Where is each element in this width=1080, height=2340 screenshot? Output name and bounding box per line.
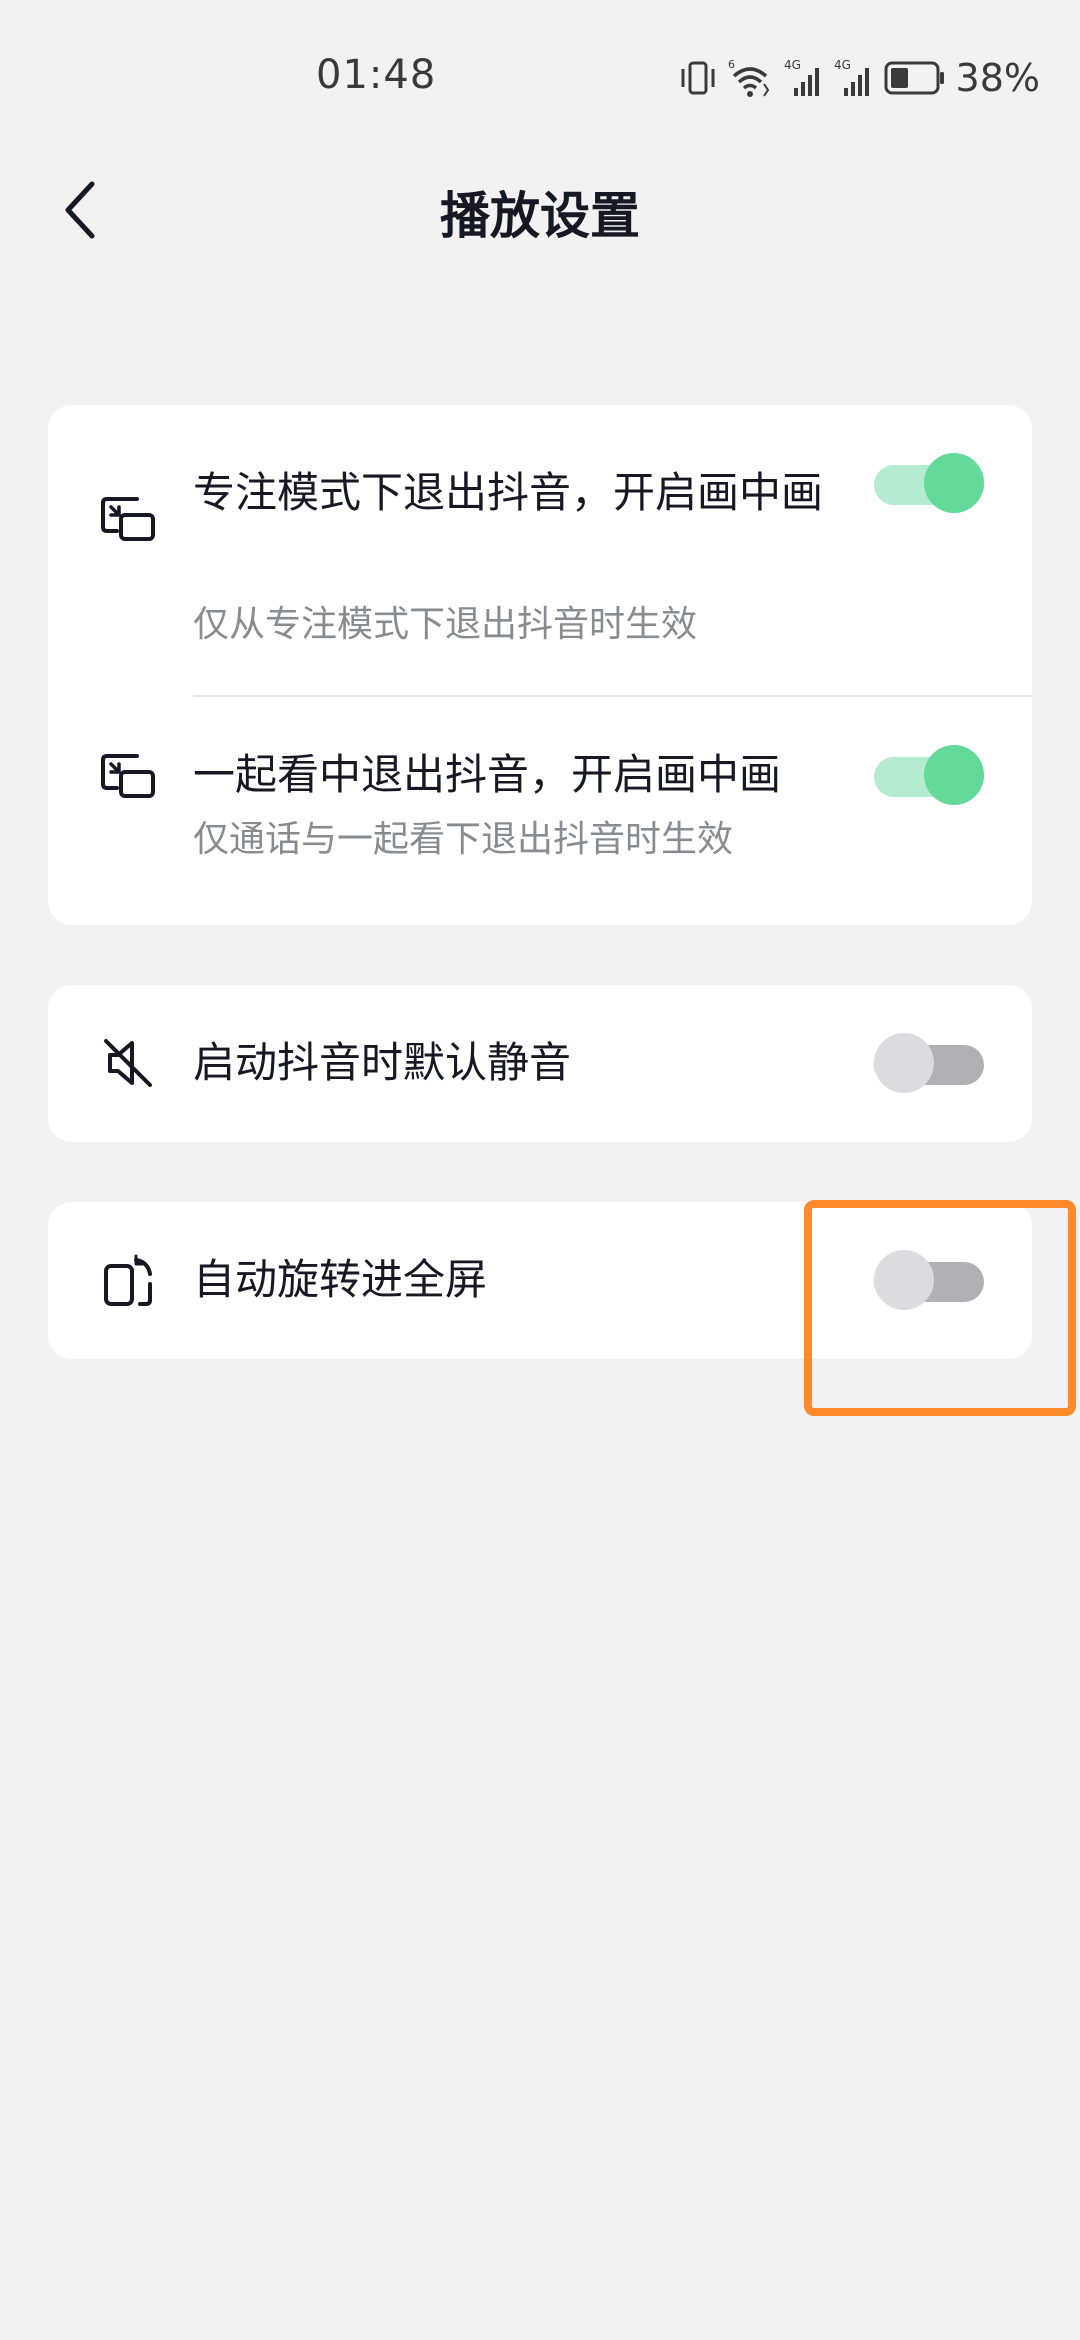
setting-title: 自动旋转进全屏 [193,1255,488,1304]
pip-focus-toggle[interactable] [874,453,984,513]
signal-4g-icon: 4G [784,58,819,96]
mute-settings-card: 启动抖音时默认静音 [48,985,1032,1142]
status-bar: 01:48 6 4G 4G 38% [0,0,1080,150]
setting-row-pip-focus: 专注模式下退出抖音，开启画中画 仅从专注模式下退出抖音时生效 [48,405,1032,695]
battery-icon [884,61,944,95]
signal-label: 4G [784,58,801,72]
setting-row-mute-on-launch: 启动抖音时默认静音 [48,985,1032,1142]
status-time: 01:48 [316,52,437,98]
setting-title: 一起看中退出抖音，开启画中画 [193,750,782,799]
battery-percent: 38% [955,56,1040,100]
rotate-settings-card: 自动旋转进全屏 [48,1202,1032,1359]
signal-label: 4G [834,58,851,72]
setting-title: 启动抖音时默认静音 [193,1038,572,1087]
pip-watch-together-toggle[interactable] [874,745,984,805]
toggle-knob [924,453,984,513]
setting-title: 专注模式下退出抖音，开启画中画 [193,468,824,517]
setting-subtitle: 仅从专注模式下退出抖音时生效 [193,604,698,645]
setting-subtitle: 仅通话与一起看下退出抖音时生效 [193,819,734,860]
auto-rotate-toggle[interactable] [874,1250,984,1310]
setting-row-auto-rotate: 自动旋转进全屏 [48,1202,1032,1359]
header: 播放设置 [0,150,1080,270]
pip-icon [98,488,158,548]
mute-icon [98,1033,158,1093]
toggle-knob [874,1250,934,1310]
pip-icon [98,745,158,805]
wifi-label: 6 [728,58,735,71]
page-title: 播放设置 [440,187,640,245]
status-icons: 6 4G 4G 38% [678,56,1040,100]
vibrate-icon [681,61,715,95]
toggle-knob [874,1033,934,1093]
setting-row-pip-watch-together: 一起看中退出抖音，开启画中画 仅通话与一起看下退出抖音时生效 [48,697,1032,925]
rotate-screen-icon [98,1250,158,1310]
signal-4g-icon: 4G [834,58,869,96]
pip-settings-card: 专注模式下退出抖音，开启画中画 仅从专注模式下退出抖音时生效 一起看中退出抖音，… [48,405,1032,925]
toggle-knob [924,745,984,805]
wifi-icon: 6 [728,58,769,97]
mute-on-launch-toggle[interactable] [874,1033,984,1093]
